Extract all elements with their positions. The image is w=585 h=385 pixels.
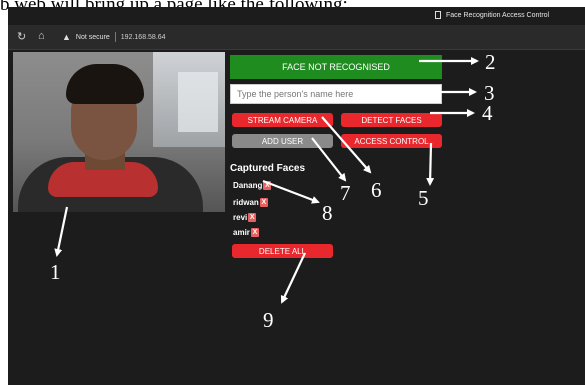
- annotation-arrows: [54, 57, 479, 304]
- annotation-4: 4: [482, 101, 493, 125]
- annotation-2: 2: [485, 50, 496, 74]
- annotation-9: 9: [263, 308, 274, 332]
- annotation-6: 6: [371, 178, 382, 202]
- annotation-5: 5: [418, 186, 429, 210]
- annotation-8: 8: [322, 201, 333, 225]
- annotation-1: 1: [50, 260, 61, 284]
- annotation-7: 7: [340, 181, 351, 205]
